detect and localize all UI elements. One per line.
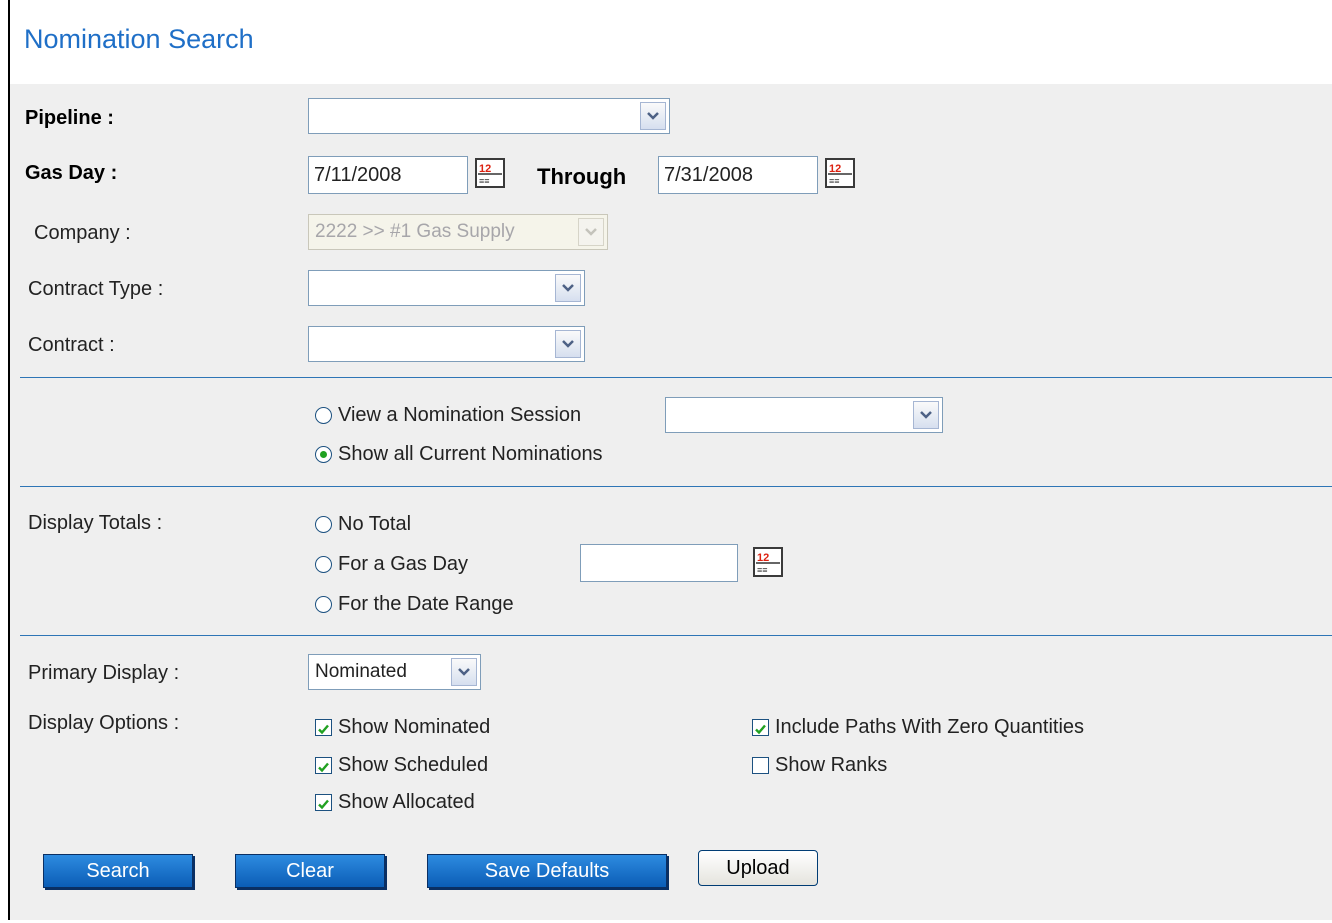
primary-display-select[interactable]: Nominated bbox=[308, 654, 481, 690]
gas-day-from-input[interactable]: 7/11/2008 bbox=[308, 156, 468, 194]
show-nominated-label: Show Nominated bbox=[338, 716, 491, 738]
show-scheduled-label: Show Scheduled bbox=[338, 754, 489, 776]
svg-text:≡≡: ≡≡ bbox=[829, 176, 840, 186]
pipeline-select[interactable] bbox=[308, 98, 670, 134]
chevron-down-icon bbox=[578, 218, 604, 246]
show-allocated-option[interactable]: Show Allocated bbox=[315, 791, 475, 814]
show-scheduled-option[interactable]: Show Scheduled bbox=[315, 754, 488, 777]
chevron-down-icon[interactable] bbox=[555, 330, 581, 358]
chevron-down-icon[interactable] bbox=[640, 102, 666, 130]
no-total-option[interactable]: No Total bbox=[315, 513, 411, 536]
zero-quantities-option[interactable]: Include Paths With Zero Quantities bbox=[752, 716, 1084, 739]
view-session-label: View a Nomination Session bbox=[338, 404, 582, 426]
search-form-panel: Pipeline : Gas Day : 7/11/2008 12 ≡≡ Thr… bbox=[10, 84, 1332, 920]
svg-text:12: 12 bbox=[829, 163, 841, 175]
primary-display-label: Primary Display : bbox=[28, 662, 180, 684]
svg-text:≡≡: ≡≡ bbox=[479, 176, 490, 186]
zero-quantities-label: Include Paths With Zero Quantities bbox=[775, 716, 1085, 738]
through-label: Through bbox=[537, 164, 627, 189]
save-defaults-button[interactable]: Save Defaults bbox=[427, 854, 667, 888]
date-range-option[interactable]: For the Date Range bbox=[315, 593, 514, 616]
checkmark-icon bbox=[318, 724, 329, 735]
gas-day-through-input[interactable]: 7/31/2008 bbox=[658, 156, 818, 194]
upload-button[interactable]: Upload bbox=[698, 850, 818, 886]
show-all-label: Show all Current Nominations bbox=[338, 443, 603, 465]
company-select: 2222 >> #1 Gas Supply bbox=[308, 214, 608, 250]
gas-day-total-option[interactable]: For a Gas Day bbox=[315, 553, 468, 576]
total-gas-day-input[interactable] bbox=[580, 544, 738, 582]
svg-text:12: 12 bbox=[757, 552, 769, 564]
show-ranks-checkbox[interactable] bbox=[752, 757, 769, 774]
date-range-label: For the Date Range bbox=[338, 593, 514, 615]
section-divider bbox=[20, 486, 1332, 487]
gas-day-label: Gas Day : bbox=[25, 162, 118, 184]
checkmark-icon bbox=[318, 799, 329, 810]
contract-type-label: Contract Type : bbox=[28, 278, 164, 300]
calendar-icon[interactable]: 12 ≡≡ bbox=[475, 158, 505, 188]
checkmark-icon bbox=[755, 724, 766, 735]
header: Nomination Search bbox=[10, 0, 1332, 85]
show-nominated-checkbox[interactable] bbox=[315, 719, 332, 736]
page-title: Nomination Search bbox=[24, 24, 254, 54]
svg-text:≡≡: ≡≡ bbox=[757, 565, 768, 575]
company-label: Company : bbox=[34, 222, 131, 244]
contract-label: Contract : bbox=[28, 334, 115, 356]
gas-day-total-radio[interactable] bbox=[315, 556, 332, 573]
contract-select[interactable] bbox=[308, 326, 585, 362]
svg-text:12: 12 bbox=[479, 163, 491, 175]
gas-day-total-label: For a Gas Day bbox=[338, 553, 469, 575]
section-divider bbox=[20, 635, 1332, 636]
show-scheduled-checkbox[interactable] bbox=[315, 757, 332, 774]
show-all-radio[interactable] bbox=[315, 446, 332, 463]
show-allocated-checkbox[interactable] bbox=[315, 794, 332, 811]
chevron-down-icon[interactable] bbox=[555, 274, 581, 302]
display-totals-label: Display Totals : bbox=[28, 512, 163, 534]
search-button[interactable]: Search bbox=[43, 854, 193, 888]
checkmark-icon bbox=[318, 762, 329, 773]
show-ranks-option[interactable]: Show Ranks bbox=[752, 754, 887, 777]
clear-button[interactable]: Clear bbox=[235, 854, 385, 888]
view-session-radio[interactable] bbox=[315, 407, 332, 424]
primary-display-value: Nominated bbox=[315, 661, 407, 682]
show-allocated-label: Show Allocated bbox=[338, 791, 475, 813]
show-ranks-label: Show Ranks bbox=[775, 754, 888, 776]
section-divider bbox=[20, 377, 1332, 378]
chevron-down-icon[interactable] bbox=[913, 401, 939, 429]
no-total-radio[interactable] bbox=[315, 516, 332, 533]
date-range-radio[interactable] bbox=[315, 596, 332, 613]
show-nominated-option[interactable]: Show Nominated bbox=[315, 716, 490, 739]
contract-type-select[interactable] bbox=[308, 270, 585, 306]
zero-quantities-checkbox[interactable] bbox=[752, 719, 769, 736]
view-session-option[interactable]: View a Nomination Session bbox=[315, 404, 581, 427]
chevron-down-icon[interactable] bbox=[451, 658, 477, 686]
display-options-label: Display Options : bbox=[28, 712, 180, 734]
pipeline-label: Pipeline : bbox=[25, 107, 114, 129]
no-total-label: No Total bbox=[338, 513, 412, 535]
calendar-icon[interactable]: 12 ≡≡ bbox=[825, 158, 855, 188]
show-all-option[interactable]: Show all Current Nominations bbox=[315, 443, 603, 466]
company-value: 2222 >> #1 Gas Supply bbox=[315, 221, 515, 242]
nomination-session-select[interactable] bbox=[665, 397, 943, 433]
calendar-icon[interactable]: 12 ≡≡ bbox=[753, 547, 783, 577]
